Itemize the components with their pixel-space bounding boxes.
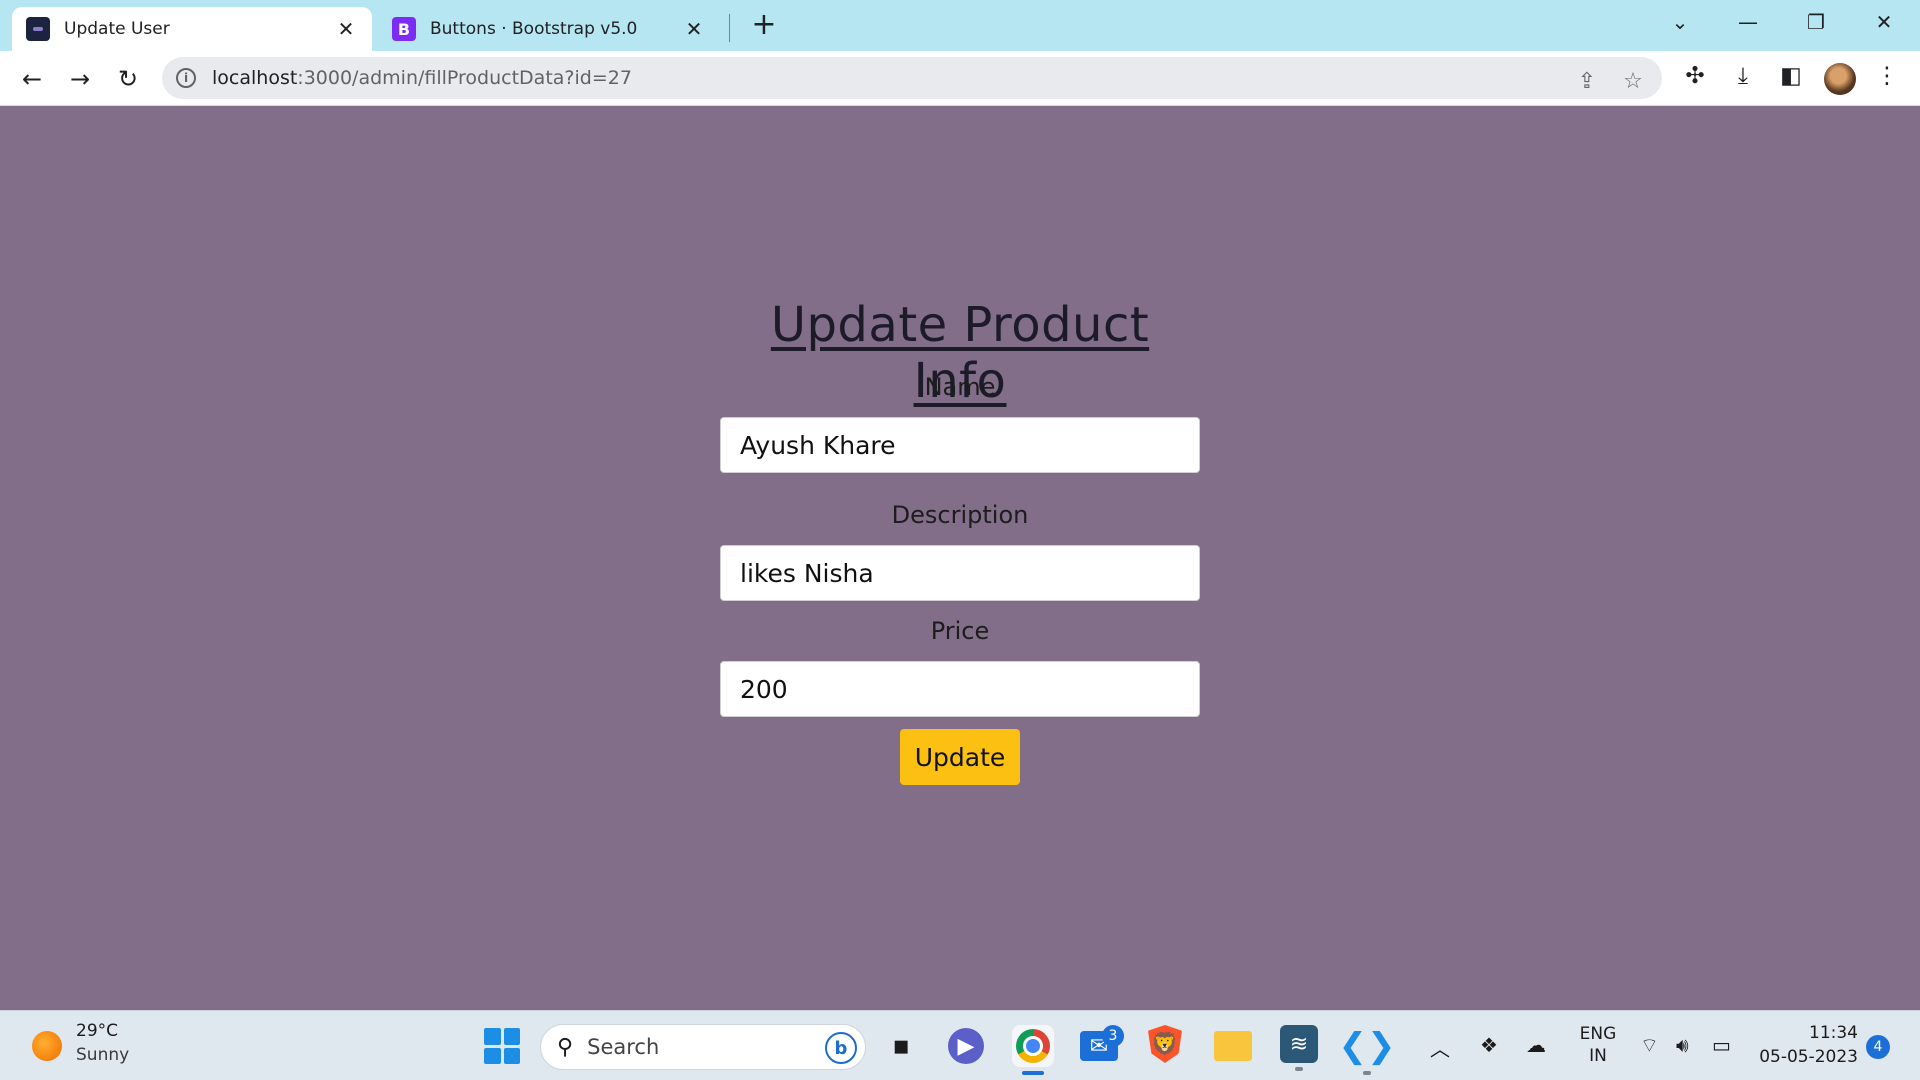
mail-icon[interactable]: ✉ 3: [1080, 1025, 1124, 1061]
tab-bootstrap-buttons[interactable]: B Buttons · Bootstrap v5.0 ✕: [378, 7, 720, 51]
bootstrap-favicon-icon: B: [392, 17, 416, 41]
download-icon[interactable]: ⤓: [1728, 61, 1758, 91]
taskbar-search-box[interactable]: ⚲ Search b: [540, 1024, 866, 1070]
url-path: :3000/admin/fillProductData?id=27: [297, 67, 632, 89]
running-app-indicator: [1363, 1071, 1371, 1075]
sun-weather-icon[interactable]: [32, 1031, 62, 1061]
clock-time: 11:34: [1809, 1023, 1858, 1043]
description-input[interactable]: [720, 545, 1200, 601]
teams-chat-icon[interactable]: ▶: [948, 1028, 984, 1064]
back-arrow-icon[interactable]: ←: [12, 59, 52, 99]
search-icon: ⚲: [557, 1034, 574, 1060]
price-label: Price: [930, 617, 990, 645]
share-icon[interactable]: ⇪: [1572, 66, 1602, 96]
onedrive-cloud-icon[interactable]: ☁: [1526, 1033, 1546, 1057]
more-menu-icon[interactable]: ⋮: [1872, 61, 1902, 91]
bookmark-star-icon[interactable]: ☆: [1618, 66, 1648, 96]
tab-title: Update User: [64, 19, 170, 39]
description-label: Description: [891, 501, 1029, 529]
restore-window-icon[interactable]: ❐: [1796, 6, 1836, 38]
address-bar[interactable]: i localhost:3000/admin/fillProductData?i…: [162, 57, 1662, 99]
close-window-icon[interactable]: ✕: [1864, 6, 1904, 38]
show-hidden-icons-chevron-icon[interactable]: ︿: [1430, 1033, 1450, 1062]
windows-taskbar: 29°C Sunny ⚲ Search b ▪ ▶ ✉ 3 🦁 ≋ ❮❯ ︿ ❖…: [0, 1010, 1920, 1080]
forward-arrow-icon[interactable]: →: [60, 59, 100, 99]
bing-chat-icon[interactable]: b: [825, 1032, 857, 1064]
minimize-icon[interactable]: —: [1728, 6, 1768, 38]
tab-search-chevron-icon[interactable]: ⌄: [1660, 6, 1700, 38]
site-info-icon[interactable]: i: [176, 68, 196, 88]
price-input[interactable]: [720, 661, 1200, 717]
clock-date: 05-05-2023: [1759, 1047, 1858, 1067]
browser-tab-strip: Update User ✕ B Buttons · Bootstrap v5.0…: [0, 0, 1920, 51]
name-input[interactable]: [720, 417, 1200, 473]
url-host: localhost: [212, 67, 298, 89]
volume-icon[interactable]: 🔊︎: [1676, 1033, 1689, 1057]
battery-icon[interactable]: ▭: [1712, 1033, 1731, 1057]
search-placeholder: Search: [587, 1035, 660, 1059]
mail-unread-badge: 3: [1102, 1025, 1124, 1047]
vscode-icon[interactable]: ❮❯: [1339, 1025, 1396, 1075]
site-favicon-icon: [26, 17, 50, 41]
file-explorer-icon[interactable]: [1214, 1031, 1252, 1061]
tab-title: Buttons · Bootstrap v5.0: [430, 19, 638, 39]
running-app-indicator: [1295, 1067, 1303, 1071]
reload-icon[interactable]: ↻: [108, 59, 148, 99]
extensions-puzzle-icon[interactable]: ✣: [1680, 61, 1710, 91]
close-tab-icon[interactable]: ✕: [682, 17, 706, 41]
system-clock[interactable]: 11:34 05-05-2023: [1758, 1021, 1858, 1069]
windows-start-icon[interactable]: [484, 1028, 520, 1064]
weather-temperature[interactable]: 29°C: [76, 1021, 118, 1041]
page-content: Update Product Info Name Description Pri…: [0, 107, 1920, 1010]
update-button[interactable]: Update: [900, 729, 1020, 785]
task-view-icon[interactable]: ▪: [880, 1025, 922, 1067]
brave-browser-icon[interactable]: 🦁: [1148, 1025, 1182, 1063]
language-code: ENG: [1579, 1024, 1617, 1044]
weather-description[interactable]: Sunny: [76, 1045, 129, 1065]
region-code: IN: [1589, 1046, 1607, 1066]
dropbox-icon[interactable]: ❖: [1480, 1033, 1498, 1057]
new-tab-plus-icon[interactable]: +: [748, 10, 780, 42]
tab-update-user[interactable]: Update User ✕: [12, 7, 372, 51]
url-text[interactable]: localhost:3000/admin/fillProductData?id=…: [212, 67, 632, 89]
active-app-indicator: [1022, 1071, 1044, 1075]
mysql-workbench-icon[interactable]: ≋: [1280, 1025, 1318, 1071]
chrome-logo-icon: [1016, 1029, 1050, 1063]
close-tab-icon[interactable]: ✕: [334, 17, 358, 41]
browser-toolbar: ← → ↻ i localhost:3000/admin/fillProduct…: [0, 51, 1920, 106]
profile-avatar[interactable]: [1824, 63, 1856, 95]
notification-count-badge[interactable]: 4: [1866, 1035, 1890, 1059]
name-label: Name: [924, 373, 996, 401]
chrome-taskbar-icon[interactable]: [1012, 1025, 1054, 1075]
wifi-icon[interactable]: ⌔: [1640, 1033, 1659, 1058]
side-panel-icon[interactable]: ◧: [1776, 61, 1806, 91]
language-indicator[interactable]: ENG IN: [1578, 1023, 1618, 1067]
tab-divider: [729, 14, 730, 42]
